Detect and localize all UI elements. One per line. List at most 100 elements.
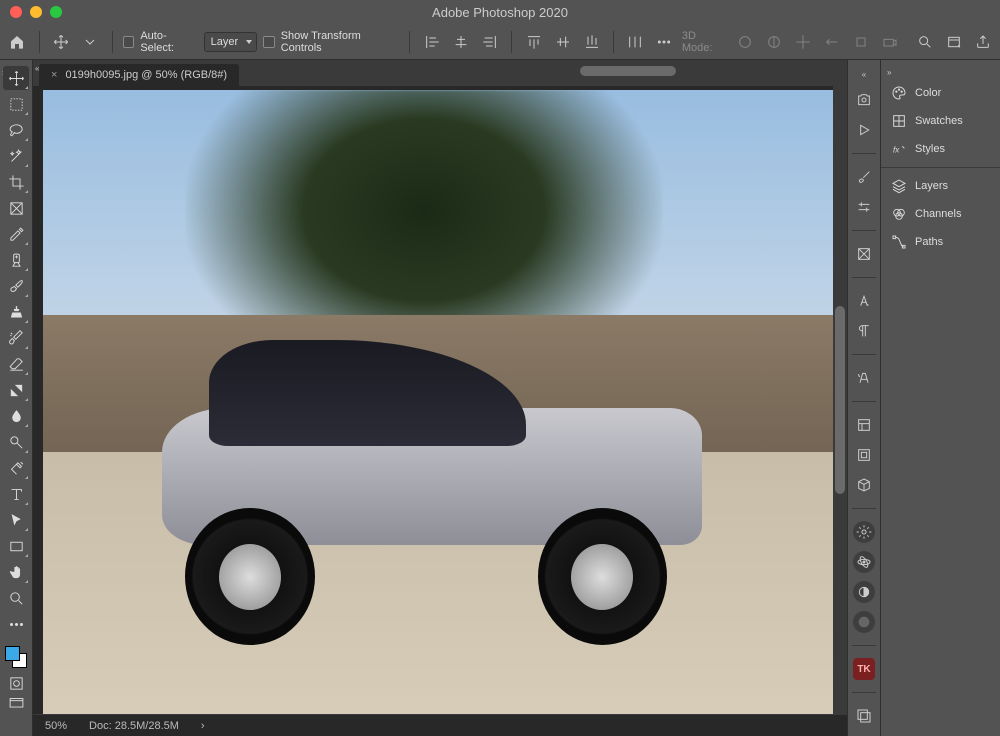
3d-camera-icon xyxy=(878,30,901,54)
3d-scale-icon xyxy=(849,30,872,54)
layers-shortcut-icon[interactable] xyxy=(853,705,875,727)
more-options-icon[interactable] xyxy=(653,30,676,54)
options-bar: Auto-Select: Layer Show Transform Contro… xyxy=(0,24,1000,60)
3d-pan-icon xyxy=(791,30,814,54)
app-title: Adobe Photoshop 2020 xyxy=(432,5,568,20)
close-window[interactable] xyxy=(10,6,22,18)
panel-dock: » Color Swatches fxStyles Layers Channel… xyxy=(880,60,1000,736)
rectangle-tool[interactable] xyxy=(3,534,29,558)
frame-tool[interactable] xyxy=(3,196,29,220)
document-image xyxy=(43,90,837,714)
lasso-tool[interactable] xyxy=(3,118,29,142)
blur-tool[interactable] xyxy=(3,404,29,428)
status-chevron-icon[interactable]: › xyxy=(201,720,205,732)
document-tab[interactable]: × 0199h0095.jpg @ 50% (RGB/8#) xyxy=(39,64,239,86)
align-horizontal-centers-icon[interactable] xyxy=(449,30,472,54)
panel-collapse-icon[interactable]: » xyxy=(881,66,1000,79)
layers-panel[interactable]: Layers xyxy=(881,172,1000,200)
brush-tool[interactable] xyxy=(3,274,29,298)
zoom-tool[interactable] xyxy=(3,586,29,610)
align-top-edges-icon[interactable] xyxy=(522,30,545,54)
histogram-ball-icon[interactable] xyxy=(853,611,875,633)
align-right-edges-icon[interactable] xyxy=(478,30,501,54)
tab-label: 0199h0095.jpg @ 50% (RGB/8#) xyxy=(65,69,227,81)
adjustments-panel-icon[interactable] xyxy=(853,196,875,218)
workspace-menu-icon[interactable] xyxy=(942,30,965,54)
show-transform-label: Show Transform Controls xyxy=(281,30,400,54)
dodge-tool[interactable] xyxy=(3,430,29,454)
eraser-tool[interactable] xyxy=(3,352,29,376)
gradient-tool[interactable] xyxy=(3,378,29,402)
channels-panel[interactable]: Channels xyxy=(881,200,1000,228)
zoom-level[interactable]: 50% xyxy=(45,720,67,732)
rectangular-marquee-tool[interactable] xyxy=(3,92,29,116)
canvas-expand-icon[interactable]: « xyxy=(33,62,41,75)
3d-mode-label: 3D Mode: xyxy=(682,30,728,54)
share-icon[interactable] xyxy=(971,30,994,54)
horizontal-scrollbar[interactable] xyxy=(313,64,847,78)
document-area: « × 0199h0095.jpg @ 50% (RGB/8#) xyxy=(33,60,847,736)
show-transform-checkbox[interactable] xyxy=(263,36,275,48)
svg-text:fx: fx xyxy=(893,145,900,154)
history-brush-tool[interactable] xyxy=(3,326,29,350)
color-panel[interactable]: Color xyxy=(881,79,1000,107)
tab-close-icon[interactable]: × xyxy=(51,69,57,81)
healing-brush-tool[interactable] xyxy=(3,248,29,272)
right-expand-icon[interactable]: « xyxy=(860,68,868,81)
auto-select-checkbox[interactable] xyxy=(123,36,135,48)
styles-panel[interactable]: fxStyles xyxy=(881,135,1000,163)
tk-plugin-icon[interactable]: TK xyxy=(853,658,875,680)
align-vertical-centers-icon[interactable] xyxy=(551,30,574,54)
info-panel-icon[interactable] xyxy=(853,444,875,466)
eyedropper-tool[interactable] xyxy=(3,222,29,246)
maximize-window[interactable] xyxy=(50,6,62,18)
path-selection-tool[interactable] xyxy=(3,508,29,532)
move-tool-icon[interactable] xyxy=(50,30,73,54)
adjustments-ball-icon[interactable] xyxy=(853,581,875,603)
doc-size: Doc: 28.5M/28.5M xyxy=(89,720,179,732)
history-icon[interactable] xyxy=(853,89,875,111)
character-icon[interactable] xyxy=(853,290,875,312)
actions-play-icon[interactable] xyxy=(853,119,875,141)
canvas[interactable] xyxy=(33,86,847,714)
search-icon[interactable] xyxy=(913,30,936,54)
type-tool[interactable] xyxy=(3,482,29,506)
paths-panel[interactable]: Paths xyxy=(881,228,1000,256)
libraries-icon[interactable] xyxy=(853,243,875,265)
auto-select-label: Auto-Select: xyxy=(140,30,197,54)
3d-orbit-icon xyxy=(733,30,756,54)
status-bar: 50% Doc: 28.5M/28.5M › xyxy=(33,714,847,736)
distribute-icon[interactable] xyxy=(624,30,647,54)
home-icon[interactable] xyxy=(6,30,29,54)
3d-icon[interactable] xyxy=(853,474,875,496)
move-tool[interactable] xyxy=(3,66,29,90)
color-swatches[interactable] xyxy=(3,644,29,670)
titlebar: Adobe Photoshop 2020 xyxy=(0,0,1000,24)
edit-toolbar-icon[interactable] xyxy=(3,612,29,636)
properties-icon[interactable] xyxy=(853,414,875,436)
layer-group-dropdown[interactable]: Layer xyxy=(204,32,258,52)
gear-icon[interactable] xyxy=(853,521,875,543)
filter-atom-icon[interactable] xyxy=(853,551,875,573)
magic-wand-tool[interactable] xyxy=(3,144,29,168)
glyphs-icon[interactable] xyxy=(853,367,875,389)
foreground-color[interactable] xyxy=(5,646,20,661)
brush-settings-icon[interactable] xyxy=(853,166,875,188)
screen-mode-icon[interactable] xyxy=(3,694,29,712)
align-bottom-edges-icon[interactable] xyxy=(580,30,603,54)
quick-mask-icon[interactable] xyxy=(3,674,29,692)
right-icon-bar: « TK xyxy=(847,60,880,736)
vertical-scrollbar[interactable] xyxy=(833,86,847,714)
crop-tool[interactable] xyxy=(3,170,29,194)
clone-stamp-tool[interactable] xyxy=(3,300,29,324)
hand-tool[interactable] xyxy=(3,560,29,584)
3d-slide-icon xyxy=(820,30,843,54)
3d-roll-icon xyxy=(762,30,785,54)
pen-tool[interactable] xyxy=(3,456,29,480)
align-left-edges-icon[interactable] xyxy=(420,30,443,54)
paragraph-icon[interactable] xyxy=(853,320,875,342)
minimize-window[interactable] xyxy=(30,6,42,18)
toolbar: » xyxy=(0,60,33,736)
swatches-panel[interactable]: Swatches xyxy=(881,107,1000,135)
tool-preset-dropdown-icon[interactable] xyxy=(79,30,102,54)
